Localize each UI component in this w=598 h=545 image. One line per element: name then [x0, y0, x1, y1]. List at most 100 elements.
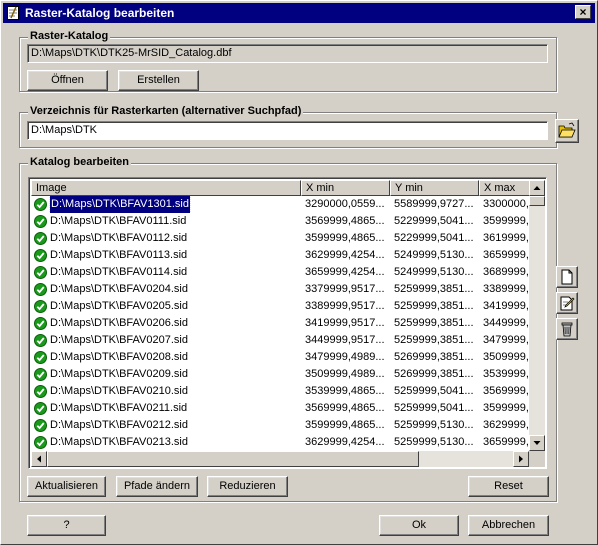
- table-row[interactable]: D:\Maps\DTK\BFAV0204.sid 3379999,9517... 5…: [31, 281, 529, 298]
- vertical-scrollbar[interactable]: [529, 180, 545, 451]
- green-check-icon: [34, 368, 47, 381]
- table-cell: D:\Maps\DTK\BFAV0212.sid: [31, 417, 301, 434]
- reduce-button[interactable]: Reduzieren: [207, 476, 288, 497]
- table-cell: 5269999,3851...: [394, 351, 474, 363]
- scrollbar-corner: [529, 451, 545, 467]
- table-row[interactable]: D:\Maps\DTK\BFAV0113.sid 3629999,4254... 5…: [31, 247, 529, 264]
- scroll-left-button[interactable]: [31, 451, 47, 467]
- table-cell: D:\Maps\DTK\BFAV1301.sid: [31, 196, 301, 213]
- table-row[interactable]: D:\Maps\DTK\BFAV0210.sid 3539999,4865... 5…: [31, 383, 529, 400]
- horizontal-scroll-thumb[interactable]: [47, 451, 419, 467]
- table-cell: 3599999,4865...: [305, 232, 385, 244]
- directory-path-input[interactable]: D:\Maps\DTK: [27, 121, 548, 140]
- table-row[interactable]: D:\Maps\DTK\BFAV1301.sid 3290000,0559... 5…: [31, 196, 529, 213]
- change-paths-button[interactable]: Pfade ändern: [116, 476, 198, 497]
- table-cell: 3659999,...: [483, 249, 529, 261]
- table-cell: D:\Maps\DTK\BFAV0113.sid: [31, 247, 301, 264]
- table-row[interactable]: D:\Maps\DTK\BFAV0207.sid 3449999,9517... 5…: [31, 332, 529, 349]
- table-row[interactable]: D:\Maps\DTK\BFAV0112.sid 3599999,4865... 5…: [31, 230, 529, 247]
- table-cell: 3419999,9517...: [305, 317, 385, 329]
- green-check-icon: [34, 402, 47, 415]
- table-cell: 3569999,4865...: [305, 402, 385, 414]
- table-cell: 3569999,4865...: [305, 215, 385, 227]
- delete-entry-button[interactable]: [556, 318, 578, 340]
- table-cell: 3539999,...: [483, 368, 529, 380]
- dialog-window: Raster-Katalog bearbeiten × Raster-Katal…: [0, 0, 598, 545]
- table-cell: 5259999,3851...: [394, 334, 474, 346]
- create-button[interactable]: Erstellen: [118, 70, 199, 91]
- green-check-icon: [34, 266, 47, 279]
- ok-button[interactable]: Ok: [379, 515, 459, 536]
- browse-folder-button[interactable]: [555, 119, 579, 143]
- table-cell: 5259999,5041...: [394, 385, 474, 397]
- close-button[interactable]: ×: [575, 5, 591, 19]
- scroll-down-button[interactable]: [529, 435, 545, 451]
- table-cell: D:\Maps\DTK\BFAV0111.sid: [31, 213, 301, 230]
- new-entry-button[interactable]: [556, 266, 578, 288]
- vertical-scroll-thumb[interactable]: [529, 196, 545, 206]
- image-path: D:\Maps\DTK\BFAV0204.sid: [50, 283, 188, 295]
- table-cell: D:\Maps\DTK\BFAV0204.sid: [31, 281, 301, 298]
- table-cell: 5259999,3851...: [394, 283, 474, 295]
- image-path: D:\Maps\DTK\BFAV0112.sid: [50, 232, 188, 244]
- column-header-image[interactable]: Image: [31, 180, 301, 196]
- refresh-button[interactable]: Aktualisieren: [27, 476, 106, 497]
- image-path: D:\Maps\DTK\BFAV0205.sid: [50, 300, 188, 312]
- green-check-icon: [34, 436, 47, 449]
- table-row[interactable]: D:\Maps\DTK\BFAV0206.sid 3419999,9517... 5…: [31, 315, 529, 332]
- image-path: D:\Maps\DTK\BFAV0207.sid: [50, 334, 188, 346]
- green-check-icon: [34, 334, 47, 347]
- table-row[interactable]: D:\Maps\DTK\BFAV0208.sid 3479999,4989... 5…: [31, 349, 529, 366]
- table-cell: 3659999,...: [483, 436, 529, 448]
- table-cell: 5269999,3851...: [394, 368, 474, 380]
- table-cell: 3300000,...: [483, 198, 529, 210]
- horizontal-scrollbar[interactable]: [31, 451, 529, 467]
- table-row[interactable]: D:\Maps\DTK\BFAV0209.sid 3509999,4989... 5…: [31, 366, 529, 383]
- table-cell: D:\Maps\DTK\BFAV0210.sid: [31, 383, 301, 400]
- table-cell: 3659999,4254...: [305, 266, 385, 278]
- column-header-xmin[interactable]: X min: [301, 180, 390, 196]
- table-cell: 3449999,9517...: [305, 334, 385, 346]
- table-cell: 5259999,5130...: [394, 419, 474, 431]
- scroll-up-button[interactable]: [529, 180, 545, 196]
- image-path: D:\Maps\DTK\BFAV0208.sid: [50, 351, 188, 363]
- table-row[interactable]: D:\Maps\DTK\BFAV0212.sid 3599999,4865... 5…: [31, 417, 529, 434]
- table-row[interactable]: D:\Maps\DTK\BFAV0211.sid 3569999,4865... 5…: [31, 400, 529, 417]
- image-path: D:\Maps\DTK\BFAV0213.sid: [50, 436, 188, 448]
- table-cell: 5249999,5130...: [394, 266, 474, 278]
- table-cell: 3569999,...: [483, 385, 529, 397]
- column-header-ymin[interactable]: Y min: [390, 180, 479, 196]
- raster-catalog-path-field[interactable]: D:\Maps\DTK\DTK25-MrSID_Catalog.dbf: [27, 44, 548, 63]
- edit-entry-button[interactable]: [556, 292, 578, 314]
- title-bar[interactable]: Raster-Katalog bearbeiten ×: [3, 3, 595, 23]
- scroll-right-button[interactable]: [513, 451, 529, 467]
- table-cell: 3599999,...: [483, 215, 529, 227]
- table-row[interactable]: D:\Maps\DTK\BFAV0111.sid 3569999,4865... 5…: [31, 213, 529, 230]
- table-row[interactable]: D:\Maps\DTK\BFAV0205.sid 3389999,9517... 5…: [31, 298, 529, 315]
- table-cell: 5229999,5041...: [394, 232, 474, 244]
- help-button[interactable]: ?: [27, 515, 106, 536]
- table-cell: 3509999,...: [483, 351, 529, 363]
- table-row[interactable]: D:\Maps\DTK\BFAV0114.sid 3659999,4254... 5…: [31, 264, 529, 281]
- image-path: D:\Maps\DTK\BFAV0114.sid: [50, 266, 188, 278]
- edit-document-icon: [560, 296, 575, 311]
- table-cell: D:\Maps\DTK\BFAV0114.sid: [31, 264, 301, 281]
- table-cell: 3389999,...: [483, 283, 529, 295]
- image-path: D:\Maps\DTK\BFAV0209.sid: [50, 368, 188, 380]
- table-cell: 5589999,9727...: [394, 198, 474, 210]
- window-icon: [7, 6, 19, 20]
- new-document-icon: [561, 269, 573, 285]
- arrow-right-icon: [519, 455, 523, 463]
- table-row[interactable]: D:\Maps\DTK\BFAV0213.sid 3629999,4254... 5…: [31, 434, 529, 451]
- arrow-down-icon: [533, 441, 541, 445]
- window-title: Raster-Katalog bearbeiten: [25, 6, 175, 20]
- reset-button[interactable]: Reset: [468, 476, 549, 497]
- open-button[interactable]: Öffnen: [27, 70, 108, 91]
- image-path: D:\Maps\DTK\BFAV0113.sid: [50, 249, 188, 261]
- green-check-icon: [34, 215, 47, 228]
- directory-label: Verzeichnis für Rasterkarten (alternativ…: [28, 105, 304, 117]
- catalog-table[interactable]: Image X min Y min X max D:\Maps\DTK\BFAV…: [28, 177, 547, 469]
- cancel-button[interactable]: Abbrechen: [468, 515, 549, 536]
- table-body: D:\Maps\DTK\BFAV1301.sid 3290000,0559... 5…: [31, 196, 529, 451]
- table-cell: D:\Maps\DTK\BFAV0211.sid: [31, 400, 301, 417]
